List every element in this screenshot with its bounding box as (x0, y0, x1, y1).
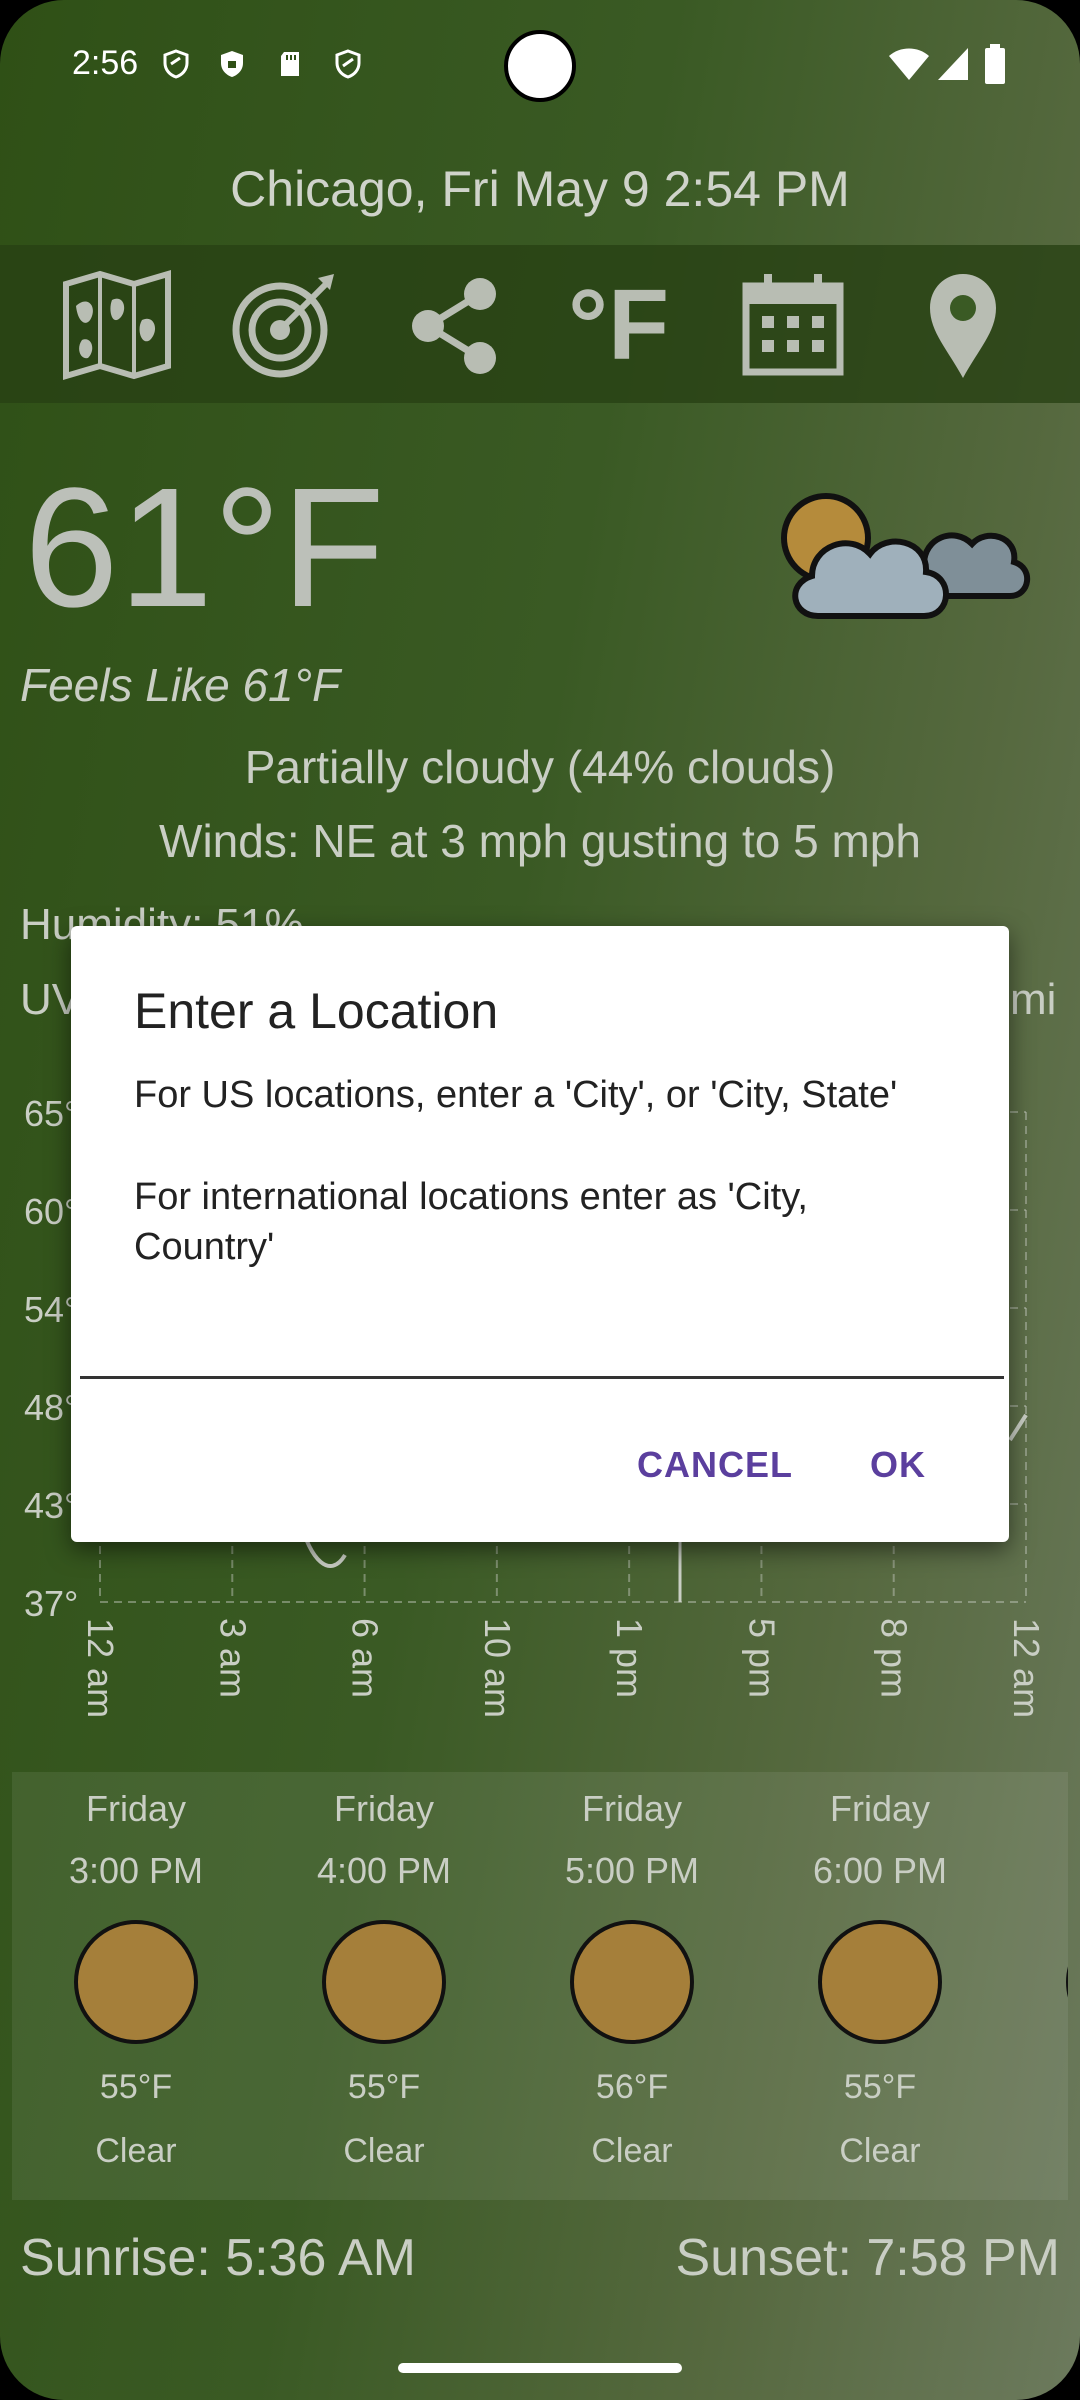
ok-button[interactable]: OK (870, 1444, 926, 1486)
location-input[interactable] (80, 1314, 1004, 1379)
app-screen: 2:56 Chicago, Fri May 9 2:54 PM °F 61°F … (0, 0, 1080, 2400)
dialog-title: Enter a Location (134, 983, 499, 1039)
dialog-message-us: For US locations, enter a 'City', or 'Ci… (134, 1074, 898, 1116)
location-dialog: Enter a Location For US locations, enter… (71, 926, 1009, 1542)
cancel-button[interactable]: CANCEL (637, 1444, 793, 1486)
dialog-message-international: For international locations enter as 'Ci… (134, 1176, 808, 1268)
